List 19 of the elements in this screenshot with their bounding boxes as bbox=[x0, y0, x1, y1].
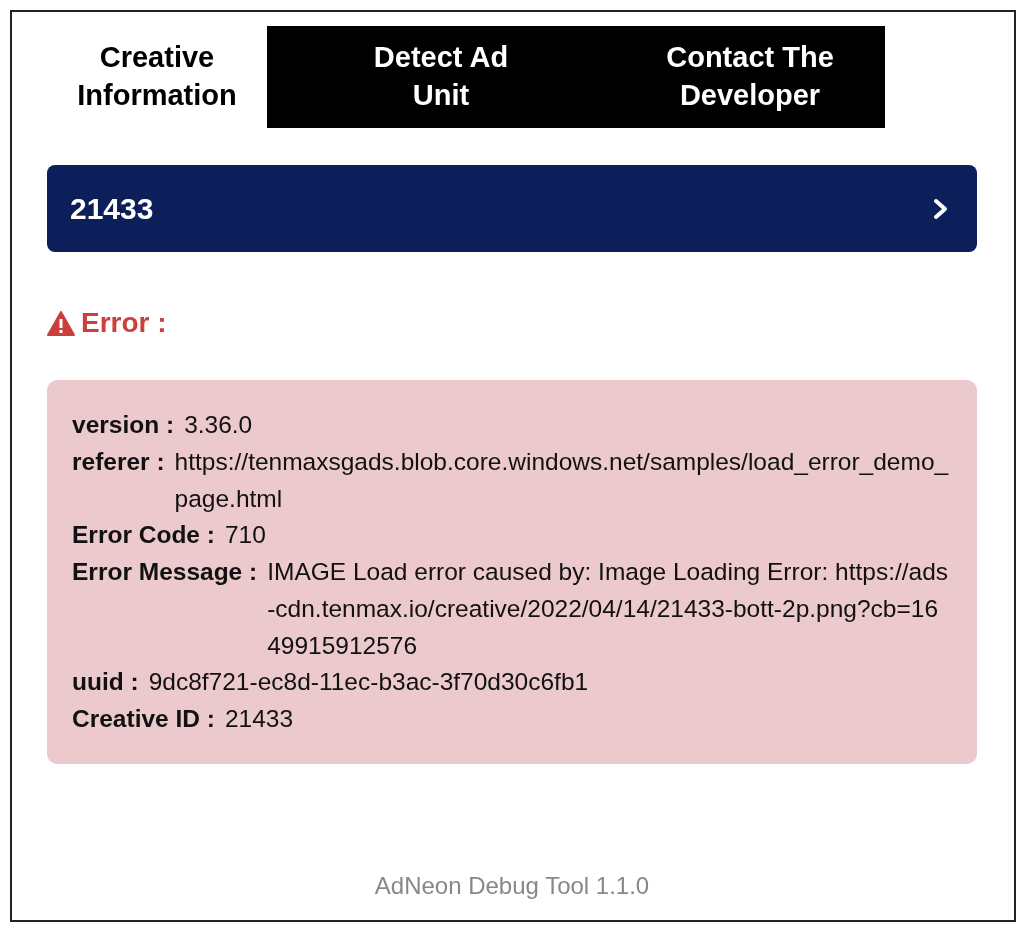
chevron-icon bbox=[933, 197, 949, 220]
accordion-header[interactable]: 21433 bbox=[47, 165, 977, 252]
detail-label: Error Message : bbox=[72, 557, 258, 587]
error-heading: Error : bbox=[81, 306, 167, 340]
detail-value: https://tenmaxsgads.blob.core.windows.net/samples/load_error_demo_page.html bbox=[174, 446, 950, 514]
detail-label: version : bbox=[72, 410, 175, 440]
footer-text: AdNeon Debug Tool 1.1.0 bbox=[374, 871, 650, 901]
detail-value: 9dc8f721-ec8d-11ec-b3ac-3f70d30c6fb1 bbox=[148, 667, 590, 698]
warning-icon bbox=[47, 310, 75, 336]
detail-value: 3.36.0 bbox=[184, 410, 254, 440]
detail-label: referer : bbox=[72, 446, 165, 477]
detail-label: uuid : bbox=[72, 667, 139, 698]
detail-label: Error Code : bbox=[72, 520, 215, 551]
detail-value: IMAGE Load error caused by: Image Loading Error: https://ads-cdn.tenmax.io/creative/2022/04/14/21433-bott-2p.png?cb=1649915912576 bbox=[267, 557, 950, 661]
detail-label: Creative ID : bbox=[72, 704, 215, 734]
detail-value: 710 bbox=[224, 520, 267, 551]
tab[interactable]: Detect Ad Unit bbox=[267, 26, 615, 128]
tab[interactable]: Contact The Developer bbox=[615, 26, 885, 128]
detail-value: 21433 bbox=[224, 704, 295, 734]
